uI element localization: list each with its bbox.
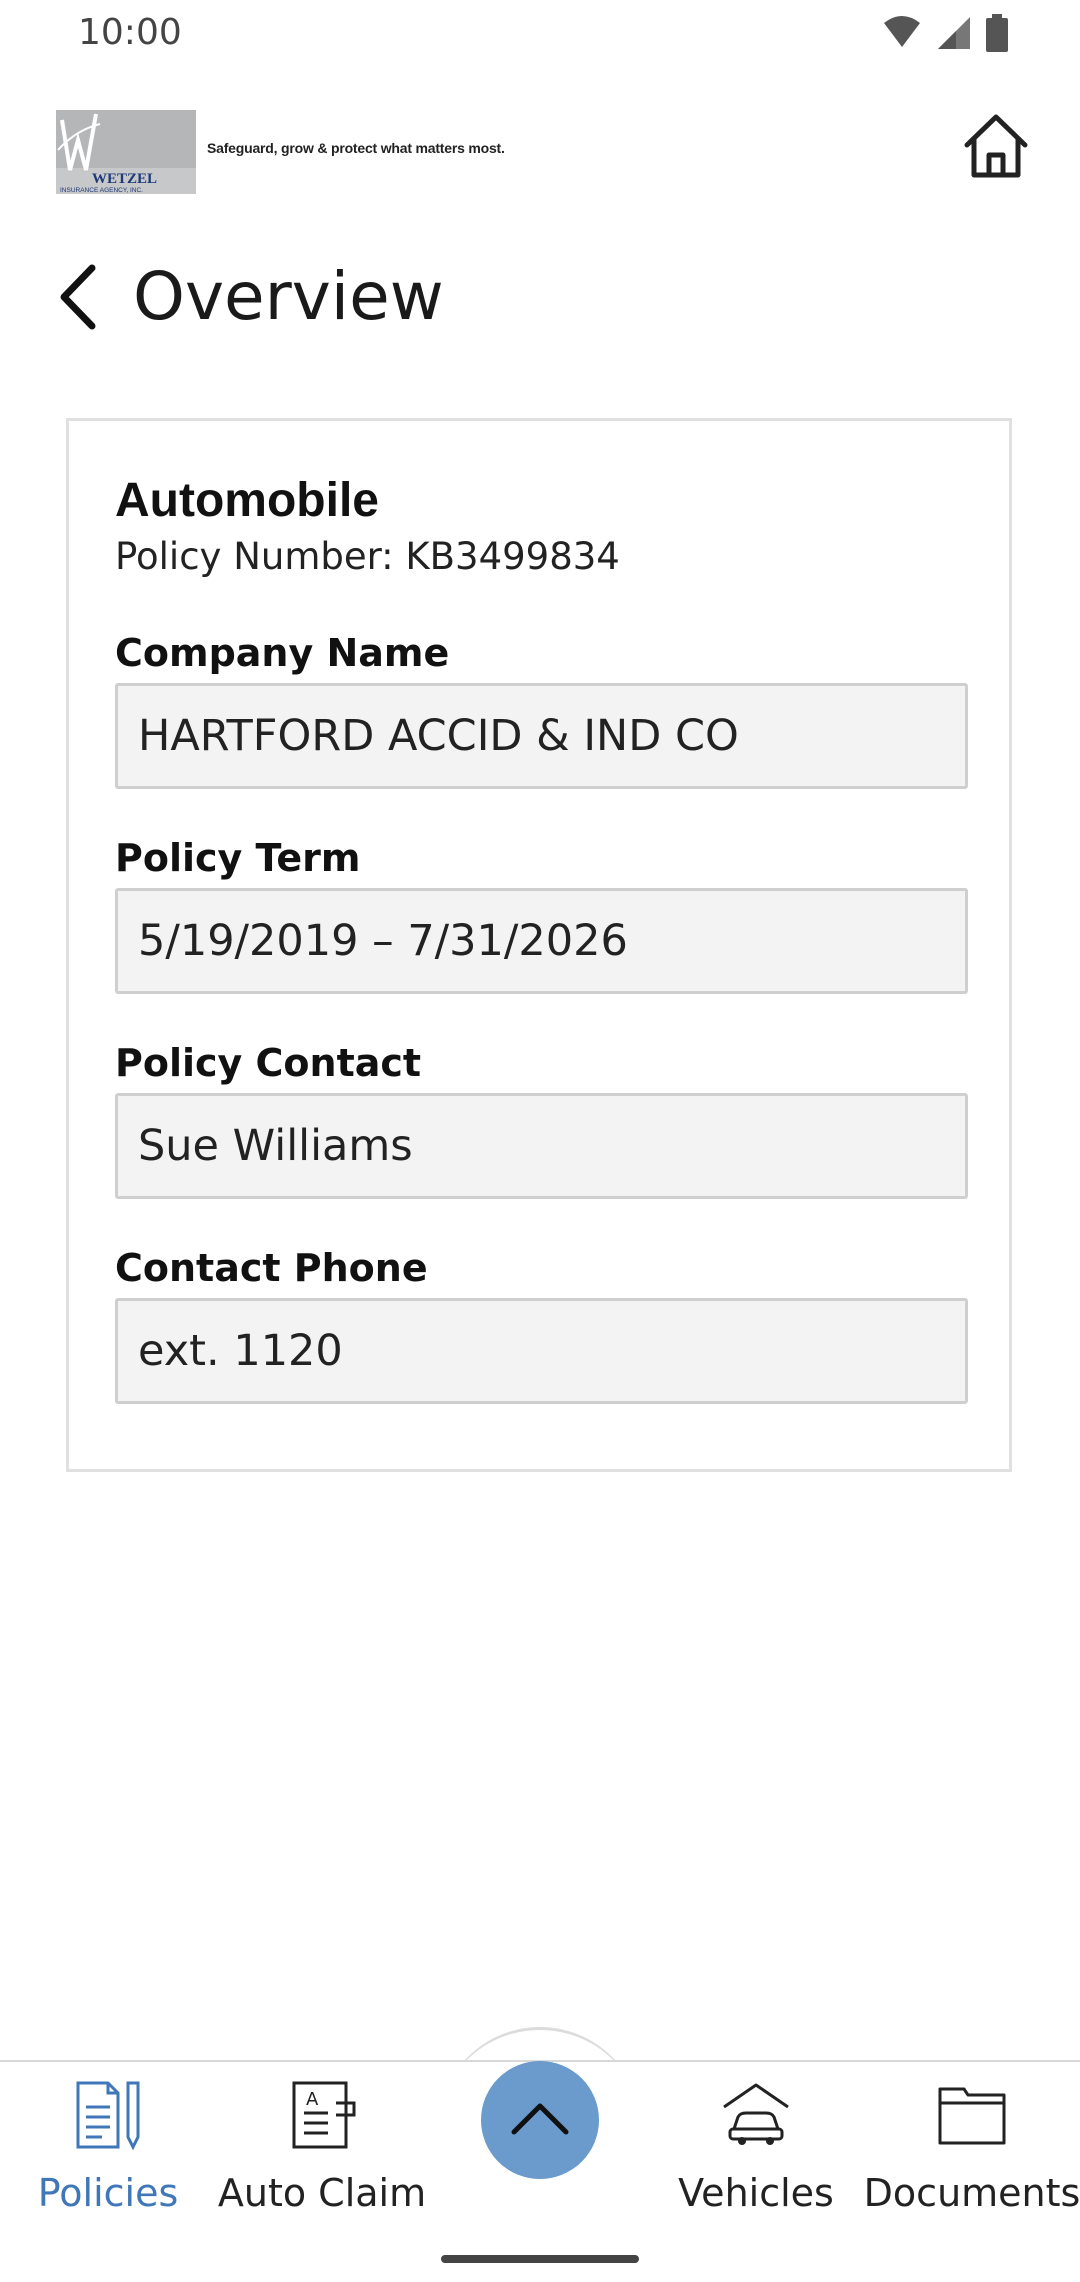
policy-number: Policy Number: KB3499834 [115, 535, 620, 578]
nav-policies-label: Policies [37, 2171, 179, 2215]
company-name-field[interactable]: HARTFORD ACCID & IND CO [115, 683, 968, 789]
svg-text:A: A [306, 2089, 319, 2110]
policy-number-value: KB3499834 [405, 535, 620, 578]
nav-vehicles-label: Vehicles [678, 2171, 834, 2215]
signal-icon [936, 15, 972, 55]
policy-term-label: Policy Term [115, 836, 361, 880]
wetzel-logo[interactable]: WETZEL INSURANCE AGENCY, INC. [56, 110, 196, 194]
nav-vehicles[interactable]: Vehicles [674, 2075, 838, 2215]
contact-phone-field[interactable]: ext. 1120 [115, 1298, 968, 1404]
svg-text:INSURANCE AGENCY, INC.: INSURANCE AGENCY, INC. [60, 187, 143, 194]
tagline: Safeguard, grow & protect what matters m… [207, 140, 505, 156]
nav-policies[interactable]: Policies [38, 2075, 178, 2215]
status-bar: 10:00 [0, 0, 1080, 70]
back-button[interactable] [46, 264, 110, 334]
svg-text:WETZEL: WETZEL [92, 171, 157, 187]
status-time: 10:00 [78, 12, 182, 53]
page-title: Overview [133, 258, 444, 335]
policy-type: Automobile [115, 474, 379, 527]
chevron-left-icon [56, 264, 100, 334]
fab-expand-button[interactable] [481, 2061, 599, 2179]
policy-contact-field[interactable]: Sue Williams [115, 1093, 968, 1199]
folder-icon [932, 2075, 1012, 2155]
gesture-home-indicator[interactable] [441, 2255, 639, 2263]
car-garage-icon [716, 2075, 796, 2155]
nav-auto-claim-label: Auto Claim [217, 2171, 427, 2215]
claim-form-icon: A [282, 2075, 362, 2155]
contact-phone-label: Contact Phone [115, 1246, 428, 1290]
policy-card: Automobile Policy Number: KB3499834 Comp… [66, 418, 1012, 1472]
nav-documents[interactable]: Documents [864, 2075, 1080, 2215]
home-icon [961, 111, 1031, 185]
status-icons [882, 14, 1008, 56]
app-header: WETZEL INSURANCE AGENCY, INC. Safeguard,… [0, 96, 1080, 206]
nav-auto-claim[interactable]: A Auto Claim [218, 2075, 426, 2215]
nav-documents-label: Documents [863, 2171, 1080, 2215]
title-row: Overview [0, 248, 1080, 348]
policy-document-icon [68, 2075, 148, 2155]
wifi-icon [882, 15, 922, 55]
policy-contact-label: Policy Contact [115, 1041, 422, 1085]
policy-number-label: Policy Number: [115, 535, 394, 578]
battery-icon [986, 14, 1008, 56]
home-button[interactable] [954, 106, 1038, 190]
chevron-up-icon [509, 2098, 571, 2142]
company-name-label: Company Name [115, 631, 450, 675]
policy-term-field[interactable]: 5/19/2019 – 7/31/2026 [115, 888, 968, 994]
